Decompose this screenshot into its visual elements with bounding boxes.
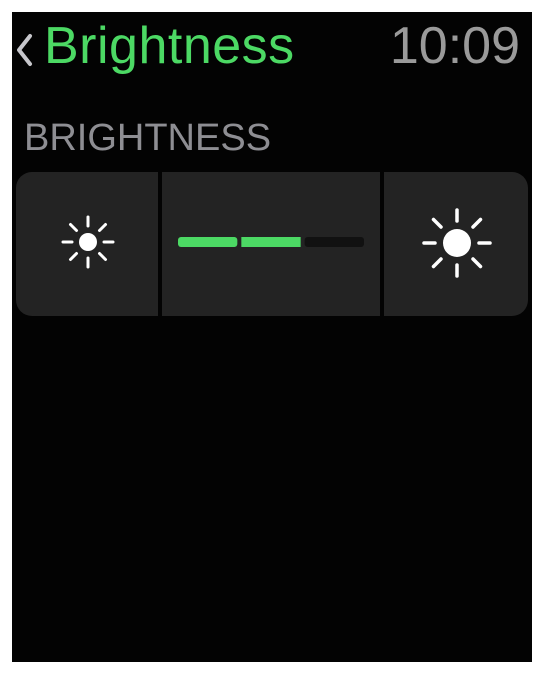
brightness-segment-off: [304, 237, 364, 247]
brightness-segment-on: [241, 237, 301, 247]
clock: 10:09: [389, 17, 520, 75]
page-title[interactable]: Brightness: [44, 14, 295, 78]
brightness-segment-on: [178, 237, 238, 247]
watch-screen: Brightness 10:09 BRIGHTNESS: [12, 12, 532, 662]
sun-large-icon: [422, 208, 492, 278]
brightness-control: [16, 172, 528, 316]
chevron-left-icon[interactable]: [14, 30, 36, 70]
increase-brightness-button[interactable]: [384, 172, 528, 316]
brightness-level-track: [178, 237, 364, 247]
sun-small-icon: [61, 215, 115, 269]
decrease-brightness-button[interactable]: [16, 172, 158, 316]
brightness-level-slider[interactable]: [162, 172, 380, 316]
section-header: BRIGHTNESS: [24, 117, 272, 159]
